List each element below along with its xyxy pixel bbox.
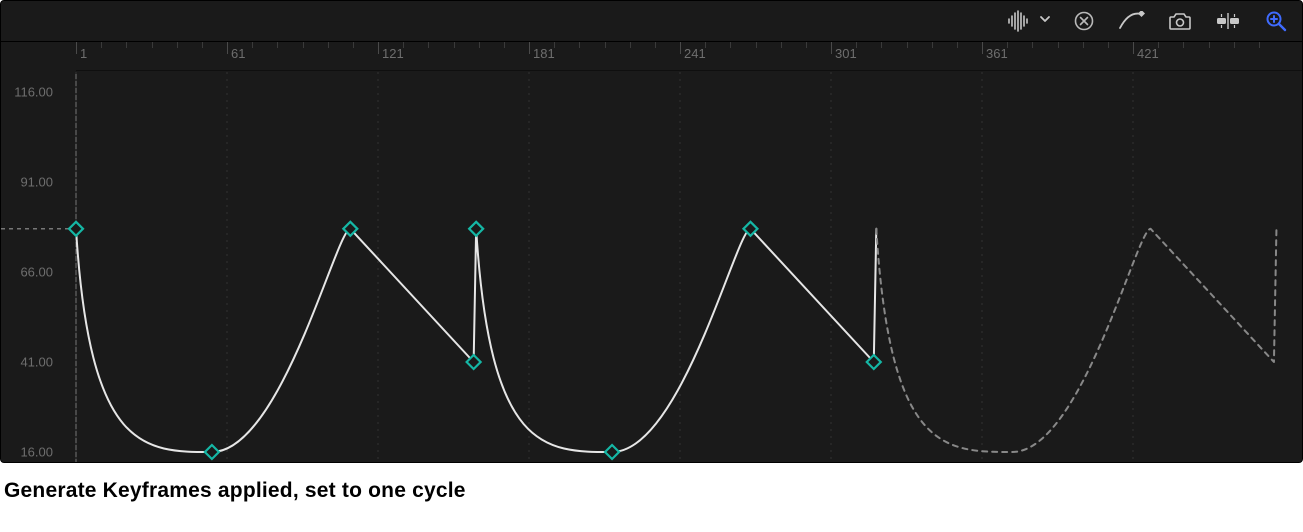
y-axis-tick-label: 91.00	[1, 175, 59, 190]
y-axis-tick-label: 66.00	[1, 265, 59, 280]
editor-toolbar	[1, 1, 1302, 42]
y-axis-tick-label: 16.00	[1, 445, 59, 460]
keyframe-handle[interactable]	[469, 222, 483, 236]
keyframe-editor-panel: 161121181241301361421 116.0091.0066.0041…	[0, 0, 1303, 463]
fit-curve-button[interactable]	[1116, 5, 1148, 37]
graph-canvas[interactable]	[1, 42, 1303, 462]
y-axis-tick-label: 116.00	[1, 85, 59, 100]
take-snapshot-button[interactable]	[1164, 5, 1196, 37]
snapping-button[interactable]	[1212, 5, 1244, 37]
keyframe-handle[interactable]	[69, 222, 83, 236]
keyframe-handle[interactable]	[605, 445, 619, 459]
y-axis-tick-label: 41.00	[1, 355, 59, 370]
keyframe-graph[interactable]: 161121181241301361421 116.0091.0066.0041…	[1, 42, 1302, 462]
extrapolated-curve[interactable]	[876, 229, 1276, 452]
audio-waveform-button[interactable]	[1002, 5, 1034, 37]
figure-caption: Generate Keyframes applied, set to one c…	[4, 479, 1299, 503]
clear-curve-button[interactable]	[1068, 5, 1100, 37]
keyframe-curve[interactable]	[76, 229, 876, 452]
keyframe-handle[interactable]	[205, 445, 219, 459]
zoom-in-button[interactable]	[1260, 5, 1292, 37]
audio-waveform-dropdown[interactable]	[1038, 12, 1052, 31]
